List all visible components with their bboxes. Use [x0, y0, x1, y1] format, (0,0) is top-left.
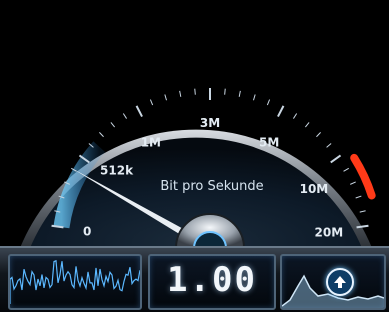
gauge-tick [355, 195, 362, 199]
scale-label: 1M [141, 135, 161, 149]
gauge-tick [135, 105, 143, 117]
upload-arrow-icon [334, 276, 346, 288]
scale-label: 512k [100, 164, 134, 178]
gauge-tick [266, 99, 271, 106]
status-bar: 1.00 [0, 246, 389, 312]
unit-label: Bit pro Sekunde [160, 179, 263, 194]
speed-gauge: 0 512k 1M 3M 5M 10M 20M Bit pro Sekunde [20, 88, 376, 248]
gauge-tick [99, 132, 104, 138]
gauge-tick [122, 113, 127, 119]
gauge-tick [149, 99, 154, 106]
scale-label: 3M [200, 116, 220, 130]
gauge-tick [179, 90, 182, 97]
gauge-tick [304, 122, 310, 128]
gauge-tick [194, 88, 196, 95]
speed-readout-panel: 1.00 [148, 254, 276, 310]
scale-label: 20M [315, 225, 344, 239]
scale-label: 0 [83, 225, 91, 239]
gauge-tick [343, 167, 349, 172]
gauge-tick [110, 122, 116, 128]
high-range-arc [350, 153, 376, 200]
gauge-tick [253, 94, 256, 101]
gauge-tick [316, 132, 321, 138]
signal-graph-panel [8, 254, 142, 310]
upload-button[interactable] [326, 268, 354, 296]
gauge-tick [330, 154, 342, 164]
gauge-tick [224, 88, 226, 95]
gauge-tick [277, 105, 285, 117]
gauge-tick [238, 90, 241, 97]
gauge-tick [350, 181, 356, 185]
gauge-tick [164, 94, 167, 101]
waveform-line [10, 259, 140, 304]
gauge-tick [326, 143, 332, 148]
gauge-tick [293, 113, 298, 119]
signal-waveform-icon [10, 259, 140, 304]
gauge-tick [359, 210, 366, 213]
traffic-graph-panel [280, 254, 386, 310]
scale-label: 10M [300, 182, 329, 196]
speed-value: 1.00 [167, 260, 257, 300]
scale-label: 5M [259, 135, 279, 149]
